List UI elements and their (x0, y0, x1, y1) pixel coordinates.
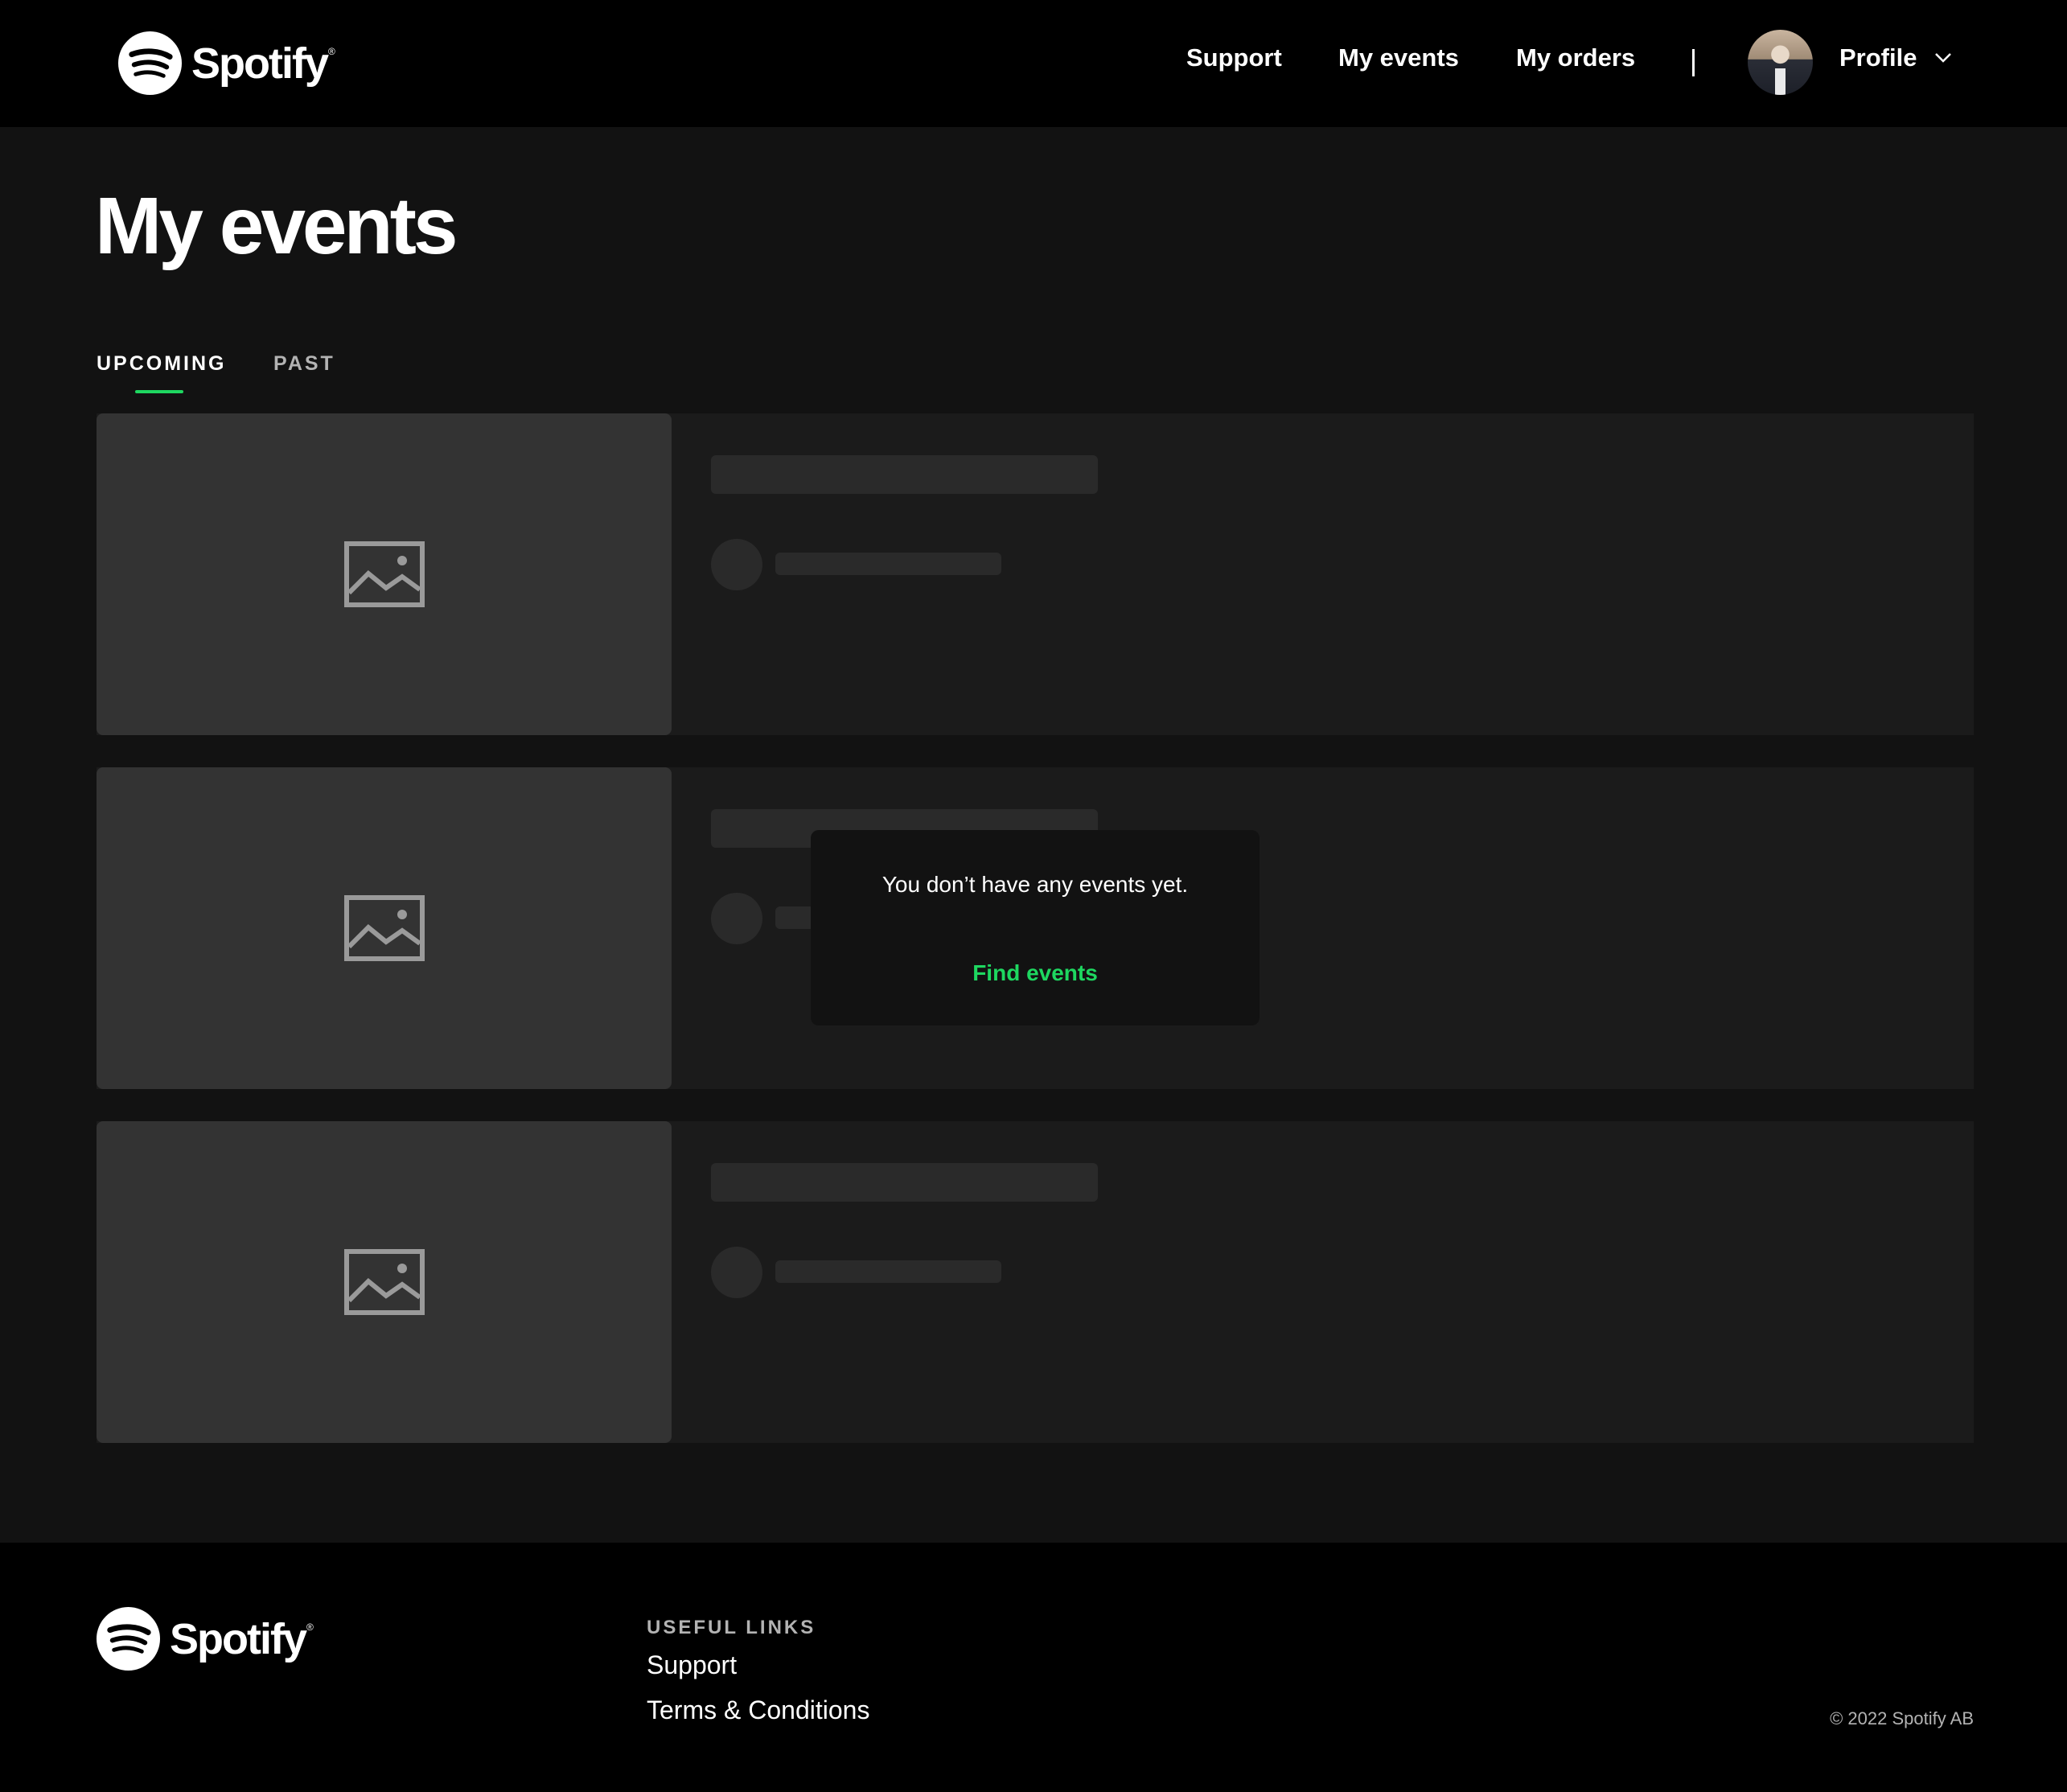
avatar[interactable] (1748, 30, 1813, 95)
spotify-logo[interactable]: Spotify® (118, 31, 335, 95)
event-image-placeholder (97, 1121, 672, 1443)
empty-state-panel: You don’t have any events yet. Find even… (811, 830, 1260, 1025)
event-card-placeholder (97, 413, 1974, 735)
tab-past[interactable]: PAST (273, 352, 335, 376)
useful-links-heading: USEFUL LINKS (647, 1617, 816, 1638)
spotify-wordmark: Spotify® (191, 39, 335, 88)
image-icon (343, 895, 425, 961)
nav-support-link[interactable]: Support (1186, 43, 1282, 72)
event-image-placeholder (97, 767, 672, 1089)
footer-support-link[interactable]: Support (647, 1650, 737, 1680)
spotify-logo-icon (118, 31, 182, 95)
skeleton-line (775, 553, 1001, 575)
find-events-link[interactable]: Find events (811, 960, 1260, 986)
footer: Spotify® USEFUL LINKS Support Terms & Co… (0, 1543, 2067, 1792)
image-icon (343, 1249, 425, 1315)
profile-label: Profile (1839, 43, 1917, 72)
tab-upcoming[interactable]: UPCOMING (97, 352, 227, 376)
skeleton-avatar (711, 1247, 762, 1298)
skeleton-title (711, 1163, 1098, 1202)
copyright-text: © 2022 Spotify AB (1830, 1708, 1974, 1728)
empty-state-message: You don’t have any events yet. (881, 872, 1189, 897)
spotify-logo-icon (97, 1607, 160, 1671)
image-icon (343, 541, 425, 607)
skeleton-title (711, 455, 1098, 494)
page-title: My events (95, 181, 458, 271)
event-card-placeholder (97, 1121, 1974, 1443)
footer-spotify-logo[interactable]: Spotify® (97, 1607, 314, 1671)
skeleton-avatar (711, 539, 762, 590)
nav-divider (1692, 49, 1695, 76)
active-tab-indicator (135, 390, 183, 393)
skeleton-line (775, 1260, 1001, 1283)
spotify-wordmark: Spotify® (170, 1614, 314, 1663)
event-image-placeholder (97, 413, 672, 735)
top-header: Spotify® Support My events My orders Pro… (0, 0, 2067, 127)
footer-terms-link[interactable]: Terms & Conditions (647, 1695, 869, 1725)
chevron-down-icon (1935, 53, 1952, 63)
nav-my-orders-link[interactable]: My orders (1516, 43, 1635, 72)
skeleton-avatar (711, 893, 762, 944)
nav-my-events-link[interactable]: My events (1338, 43, 1459, 72)
profile-menu-button[interactable]: Profile (1839, 43, 1952, 72)
